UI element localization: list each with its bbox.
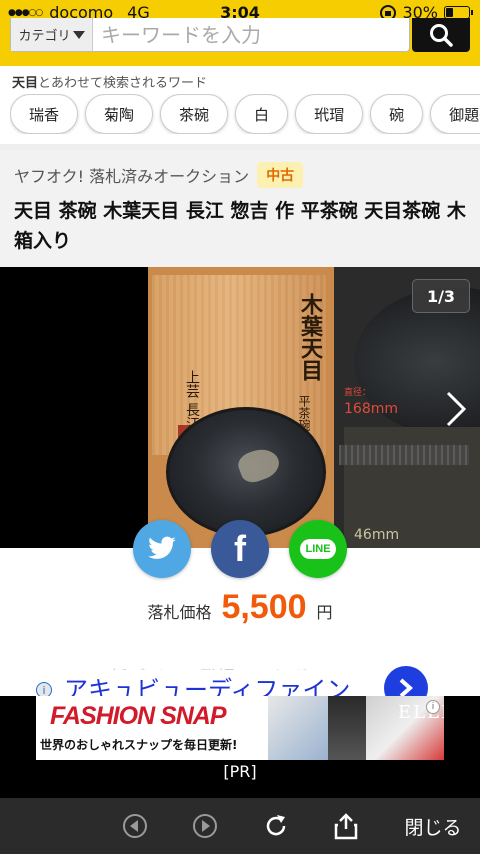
ad-banner[interactable]: FASHION SNAP 世界のおしゃれスナップを毎日更新! ELLE i	[36, 696, 444, 760]
category-select-label: カテゴリ	[18, 29, 71, 44]
winning-price: 落札価格 5,500 円	[0, 588, 480, 636]
condition-badge: 中古	[257, 162, 304, 188]
twitter-bird-icon	[148, 536, 176, 559]
back-button[interactable]	[122, 811, 148, 841]
related-words-label: 天目とあわせて検索されるワード	[12, 72, 207, 91]
share-buttons: f LINE	[0, 520, 480, 580]
box-title-calligraphy: 木葉天目	[297, 293, 323, 381]
reload-icon	[266, 815, 286, 836]
pr-label: [PR]	[223, 762, 257, 781]
image-gallery[interactable]: 木葉天目 上芸 長江作 平茶碗 直径： 168mm 46mm 1/3	[0, 267, 480, 548]
browser-toolbar: 閉じる	[0, 798, 480, 854]
ad-close-icon[interactable]: i	[426, 700, 440, 714]
search-button[interactable]	[412, 18, 470, 52]
measure-diameter: 168mm	[344, 401, 398, 417]
battery-fill	[446, 8, 453, 17]
related-word-chip[interactable]: 瑞香	[10, 94, 79, 134]
chevron-right-icon[interactable]	[444, 389, 468, 429]
related-keyword: 天目	[12, 76, 39, 91]
share-button[interactable]	[334, 811, 358, 841]
ruler	[339, 445, 469, 465]
item-heading-section: ヤフオク! 落札済みオークション 中古 天目 茶碗 木葉天目 長江 惣吉 作 平…	[0, 150, 480, 267]
related-word-chip[interactable]: 碗	[370, 94, 424, 134]
related-word-chip[interactable]: 茶碗	[160, 94, 229, 134]
banner-photo-bag	[268, 696, 328, 760]
related-label-text: とあわせて検索されるワード	[38, 76, 208, 91]
close-button[interactable]: 閉じる	[398, 811, 468, 841]
ad-area: i アキュビューディファイン FASHION SNAP 世界のおしゃれスナップを…	[0, 666, 480, 798]
search-icon	[430, 24, 453, 47]
share-icon	[334, 813, 358, 840]
related-words-chips: 瑞香 菊陶 茶碗 白 玳瑁 碗 御題茶	[10, 94, 480, 134]
price-unit: 円	[316, 603, 333, 622]
tea-bowl	[166, 407, 326, 537]
category-select[interactable]: カテゴリ	[11, 18, 93, 51]
line-share-button[interactable]: LINE	[289, 520, 347, 578]
auction-source-line: ヤフオク! 落札済みオークション 中古	[14, 162, 304, 188]
forward-button[interactable]	[192, 811, 218, 841]
search-box: カテゴリ	[10, 18, 410, 52]
leaf-pattern	[235, 444, 283, 486]
related-word-chip[interactable]: 白	[235, 94, 289, 134]
twitter-share-button[interactable]	[133, 520, 191, 578]
price-value: 5,500	[221, 588, 307, 626]
search-header: カテゴリ	[0, 18, 480, 66]
item-photo-main[interactable]: 木葉天目 上芸 長江作 平茶碗	[148, 267, 334, 548]
banner-logo: FASHION SNAP	[50, 702, 227, 730]
price-label: 落札価格	[147, 603, 212, 622]
facebook-share-button[interactable]: f	[211, 520, 269, 578]
forward-arrow-icon	[193, 814, 217, 838]
line-icon: LINE	[300, 539, 336, 559]
reload-button[interactable]	[262, 811, 290, 841]
back-arrow-icon	[123, 814, 147, 838]
item-title: 天目 茶碗 木葉天目 長江 惣吉 作 平茶碗 天目茶碗 木箱入り	[14, 200, 466, 252]
facebook-f-icon: f	[234, 528, 246, 569]
banner-tagline: 世界のおしゃれスナップを毎日更新!	[40, 738, 238, 752]
related-word-chip[interactable]: 玳瑁	[295, 94, 364, 134]
related-word-chip[interactable]: 御題茶	[430, 94, 480, 134]
related-word-chip[interactable]: 菊陶	[85, 94, 154, 134]
dropdown-triangle-icon	[72, 30, 85, 39]
image-counter: 1/3	[412, 279, 470, 313]
auction-source: ヤフオク! 落札済みオークション	[14, 167, 250, 186]
search-input[interactable]	[93, 18, 409, 51]
measure-label: 直径：	[344, 388, 372, 398]
